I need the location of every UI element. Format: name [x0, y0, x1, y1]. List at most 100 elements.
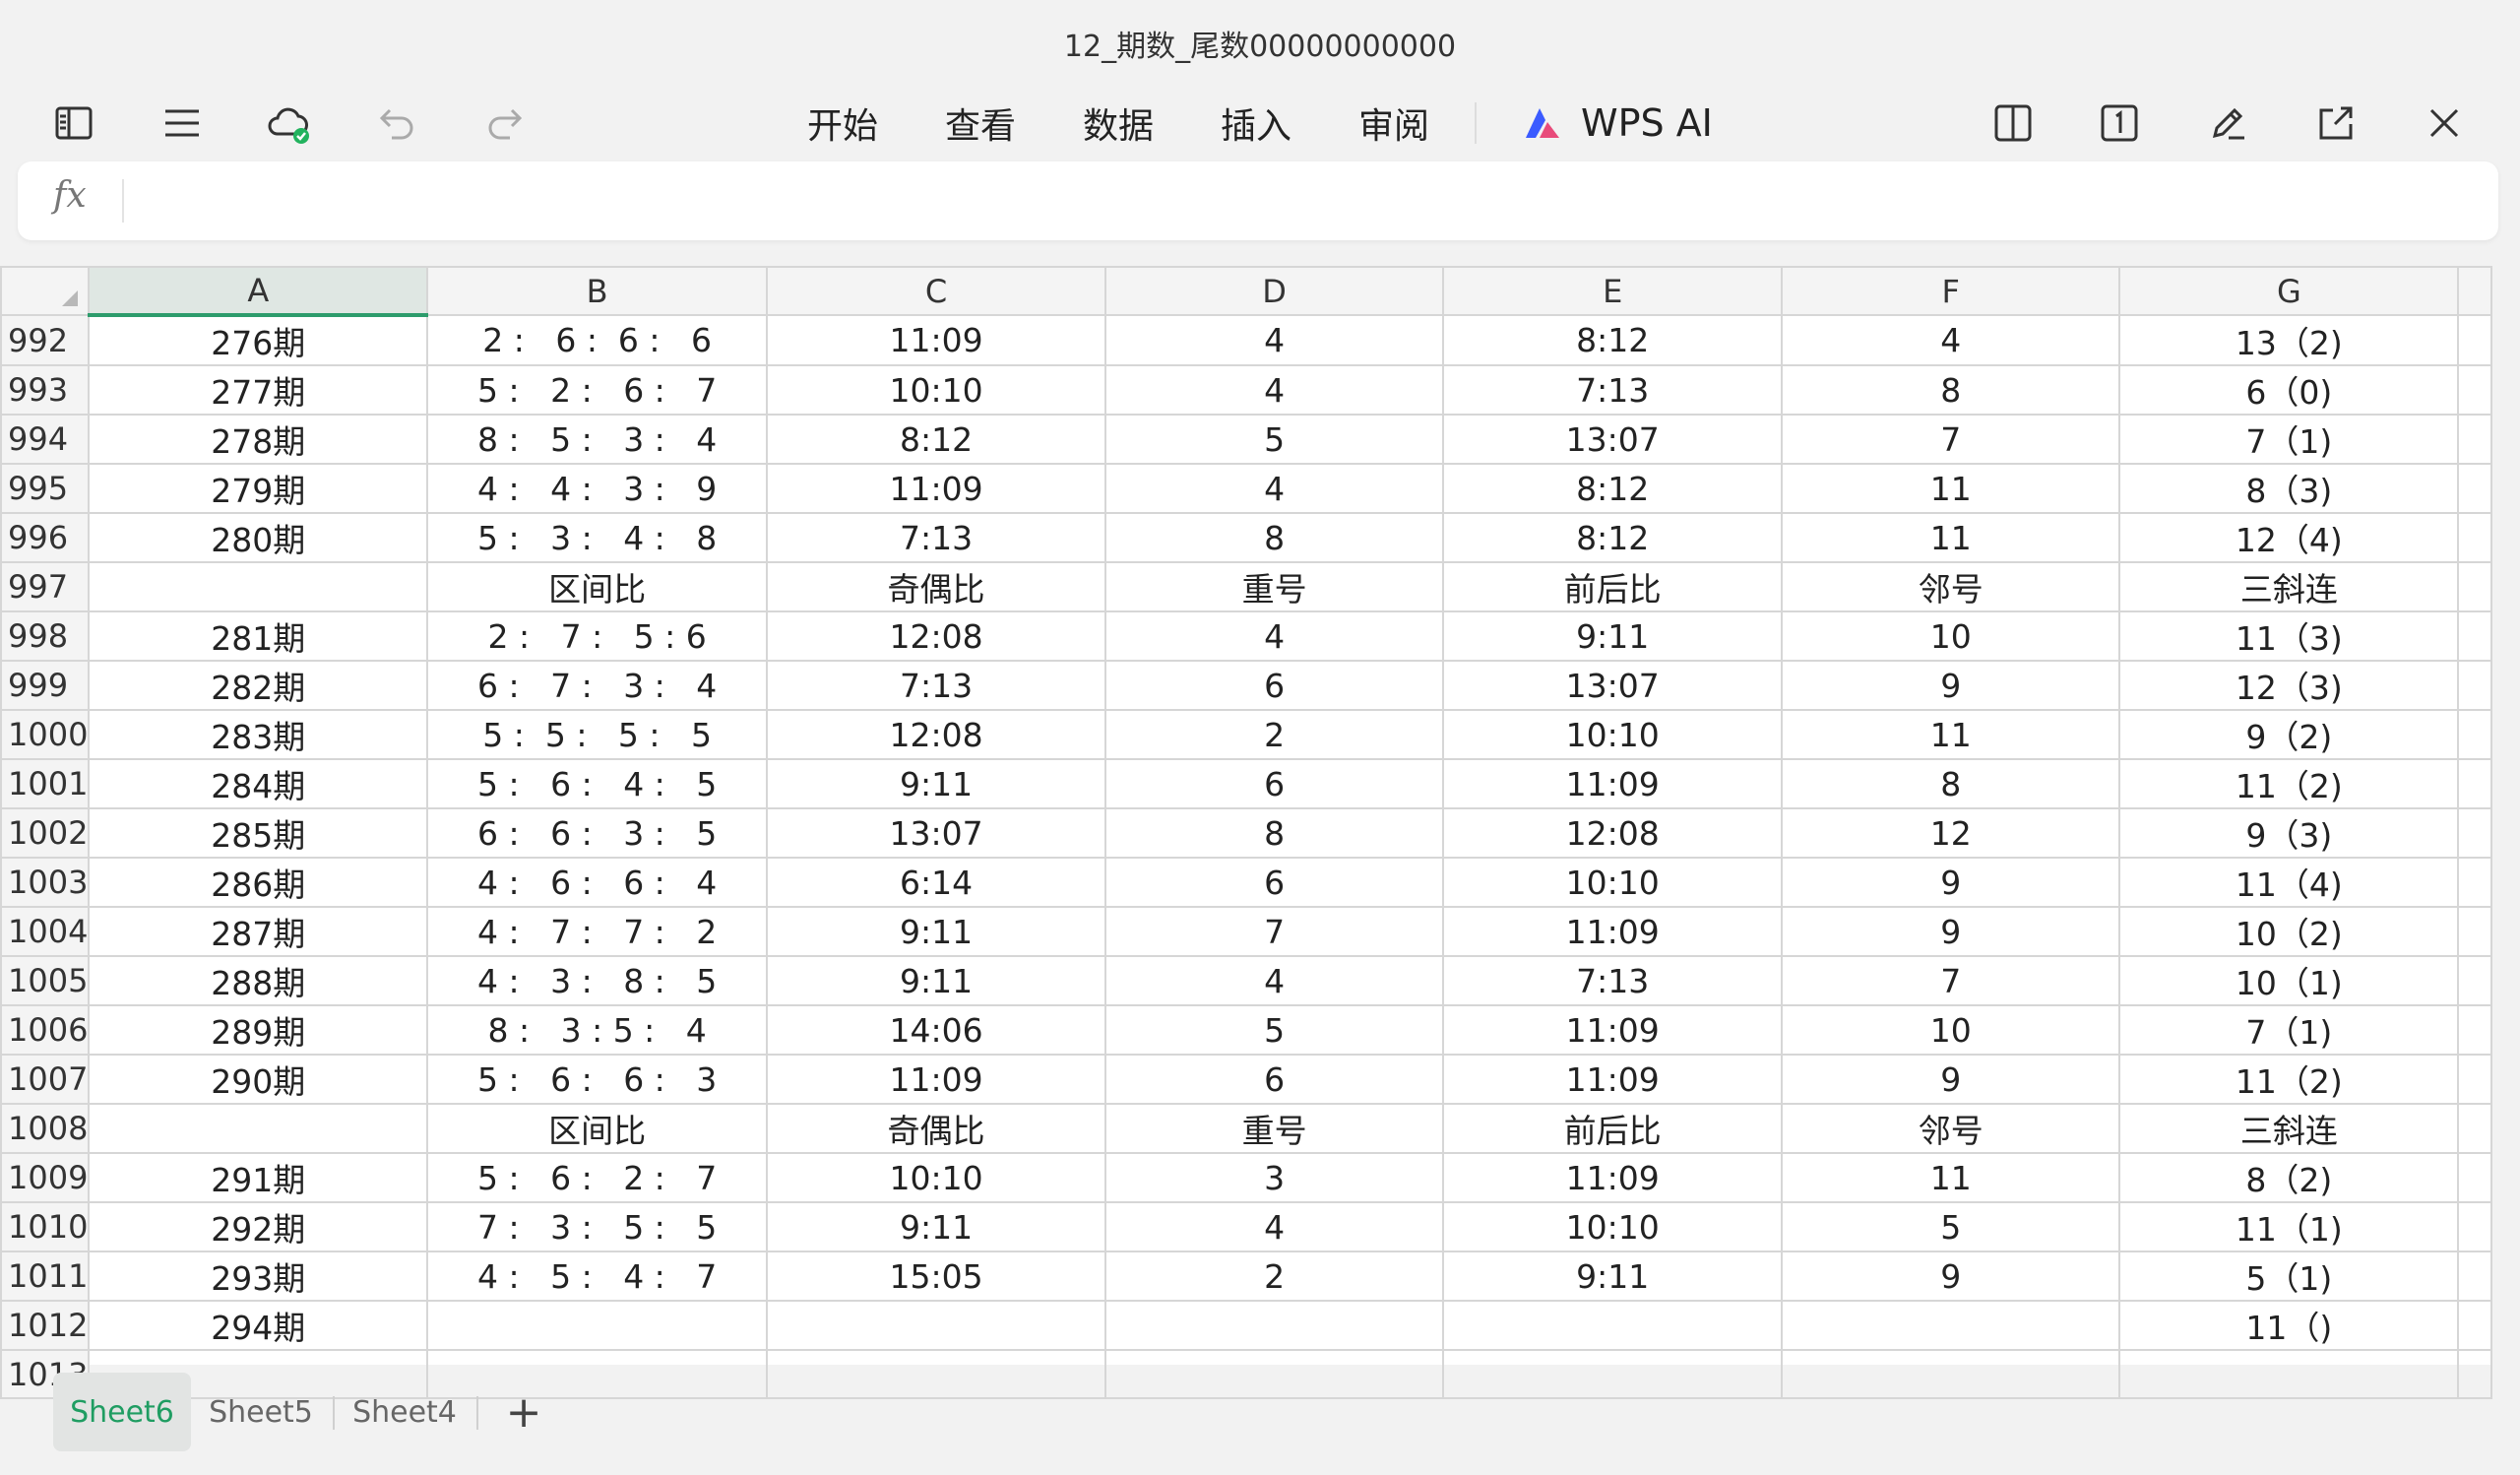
cell-c[interactable]: 奇偶比: [766, 1103, 1106, 1154]
cell-h-partial[interactable]: [2457, 955, 2492, 1006]
cell-g[interactable]: 6（0): [2118, 364, 2460, 416]
cell-g[interactable]: 13（2): [2118, 314, 2460, 366]
cell-h-partial[interactable]: [2457, 660, 2492, 711]
cell-d[interactable]: 4: [1103, 364, 1445, 416]
cell-b[interactable]: 8 : 3 : 5 : 4: [426, 1004, 769, 1056]
sheet-tab-sheet6[interactable]: Sheet6: [53, 1373, 191, 1451]
cell-h-partial[interactable]: [2457, 512, 2492, 563]
cell-g[interactable]: 5（1): [2118, 1251, 2460, 1302]
cell-b[interactable]: 5 : 3 : 4 : 8: [426, 512, 769, 563]
cell-g[interactable]: 三斜连: [2118, 1103, 2460, 1154]
cell-a[interactable]: 286期: [88, 857, 429, 908]
cell-a[interactable]: 281期: [88, 610, 429, 662]
cell-f[interactable]: 8: [1781, 758, 2121, 809]
wps-ai-logo-icon[interactable]: [1506, 87, 1579, 160]
cell-e[interactable]: 10:10: [1442, 857, 1784, 908]
cell-a[interactable]: 285期: [88, 807, 429, 859]
row-header[interactable]: 1007: [0, 1054, 91, 1105]
cell-a[interactable]: 284期: [88, 758, 429, 809]
column-header-f[interactable]: F: [1781, 266, 2121, 316]
cell-c[interactable]: 11:09: [766, 1054, 1106, 1105]
column-header-e[interactable]: E: [1442, 266, 1784, 316]
cell-c[interactable]: 8:12: [766, 414, 1106, 465]
cell-a[interactable]: [88, 561, 429, 612]
cell-a[interactable]: 289期: [88, 1004, 429, 1056]
cell-g[interactable]: 11（2): [2118, 758, 2460, 809]
cell-a[interactable]: 292期: [88, 1201, 429, 1252]
row-header[interactable]: 1003: [0, 857, 91, 908]
cell-e[interactable]: 13:07: [1442, 414, 1784, 465]
cell-b[interactable]: 5 : 6 : 6 : 3: [426, 1054, 769, 1105]
column-header-b[interactable]: B: [426, 266, 769, 316]
cell-h-partial[interactable]: [2457, 314, 2492, 366]
cell-c[interactable]: 7:13: [766, 660, 1106, 711]
cell-g[interactable]: 三斜连: [2118, 561, 2460, 612]
cell-e[interactable]: 11:09: [1442, 906, 1784, 957]
cell-h-partial[interactable]: [2457, 1251, 2492, 1302]
cell-e[interactable]: 前后比: [1442, 561, 1784, 612]
cell-b[interactable]: 4 : 5 : 4 : 7: [426, 1251, 769, 1302]
cell-f[interactable]: 9: [1781, 857, 2121, 908]
cell-b[interactable]: 区间比: [426, 1103, 769, 1154]
cell-f[interactable]: 9: [1781, 660, 2121, 711]
row-header[interactable]: 1012: [0, 1300, 91, 1351]
cell-c[interactable]: 6:14: [766, 857, 1106, 908]
row-header[interactable]: 1001: [0, 758, 91, 809]
menu-review[interactable]: 审阅: [1358, 87, 1429, 160]
row-header[interactable]: 997: [0, 561, 91, 612]
cell-e[interactable]: 10:10: [1442, 1201, 1784, 1252]
cell-h-partial[interactable]: [2457, 414, 2492, 465]
cell-a[interactable]: 276期: [88, 314, 429, 366]
cell-f[interactable]: 10: [1781, 1004, 2121, 1056]
cell-g[interactable]: 12（3): [2118, 660, 2460, 711]
cell-a[interactable]: 278期: [88, 414, 429, 465]
cell-d[interactable]: 重号: [1103, 561, 1445, 612]
cell-e[interactable]: 前后比: [1442, 1103, 1784, 1154]
cell-f[interactable]: 4: [1781, 314, 2121, 366]
cell-b[interactable]: 4 : 6 : 6 : 4: [426, 857, 769, 908]
cell-f[interactable]: 7: [1781, 955, 2121, 1006]
cell-c[interactable]: 10:10: [766, 1152, 1106, 1203]
cell-c[interactable]: 9:11: [766, 1201, 1106, 1252]
cell-d[interactable]: 8: [1103, 807, 1445, 859]
cell-e[interactable]: 11:09: [1442, 758, 1784, 809]
cell-d[interactable]: 4: [1103, 955, 1445, 1006]
cell-f[interactable]: 8: [1781, 364, 2121, 416]
sheet-tab-sheet5[interactable]: Sheet5: [197, 1373, 325, 1451]
split-view-icon[interactable]: [1977, 87, 2049, 160]
row-header[interactable]: 1000: [0, 709, 91, 760]
cell-b[interactable]: 4 : 3 : 8 : 5: [426, 955, 769, 1006]
sheet-tab-sheet4[interactable]: Sheet4: [341, 1373, 469, 1451]
column-header-a[interactable]: A: [88, 266, 429, 317]
row-header[interactable]: 994: [0, 414, 91, 465]
redo-icon[interactable]: [469, 87, 541, 160]
row-header[interactable]: 998: [0, 610, 91, 662]
menu-data[interactable]: 数据: [1083, 87, 1154, 160]
cell-g[interactable]: 7（1): [2118, 414, 2460, 465]
cell-b[interactable]: 5 : 2 : 6 : 7: [426, 364, 769, 416]
cell-f[interactable]: 7: [1781, 414, 2121, 465]
cell-h-partial[interactable]: [2457, 610, 2492, 662]
cloud-saved-icon[interactable]: [252, 87, 325, 160]
edit-pen-icon[interactable]: [2191, 87, 2264, 160]
cell-h-partial[interactable]: [2457, 1300, 2492, 1351]
cell-d[interactable]: 4: [1103, 463, 1445, 514]
cell-b[interactable]: [426, 1300, 769, 1351]
cell-d[interactable]: 重号: [1103, 1103, 1445, 1154]
cell-d[interactable]: 4: [1103, 610, 1445, 662]
cell-h-partial[interactable]: [2457, 364, 2492, 416]
cell-g[interactable]: 11（1): [2118, 1201, 2460, 1252]
cell-f[interactable]: 9: [1781, 1251, 2121, 1302]
select-all-corner[interactable]: [0, 266, 91, 316]
cell-g[interactable]: 9（2): [2118, 709, 2460, 760]
cell-c[interactable]: 9:11: [766, 758, 1106, 809]
menu-insert[interactable]: 插入: [1221, 87, 1292, 160]
cell-f[interactable]: 5: [1781, 1201, 2121, 1252]
cell-a[interactable]: 280期: [88, 512, 429, 563]
row-header[interactable]: 995: [0, 463, 91, 514]
row-header[interactable]: 1002: [0, 807, 91, 859]
menu-icon[interactable]: [146, 87, 219, 160]
cell-a[interactable]: 279期: [88, 463, 429, 514]
cell-g[interactable]: 12（4): [2118, 512, 2460, 563]
cell-d[interactable]: 6: [1103, 1054, 1445, 1105]
